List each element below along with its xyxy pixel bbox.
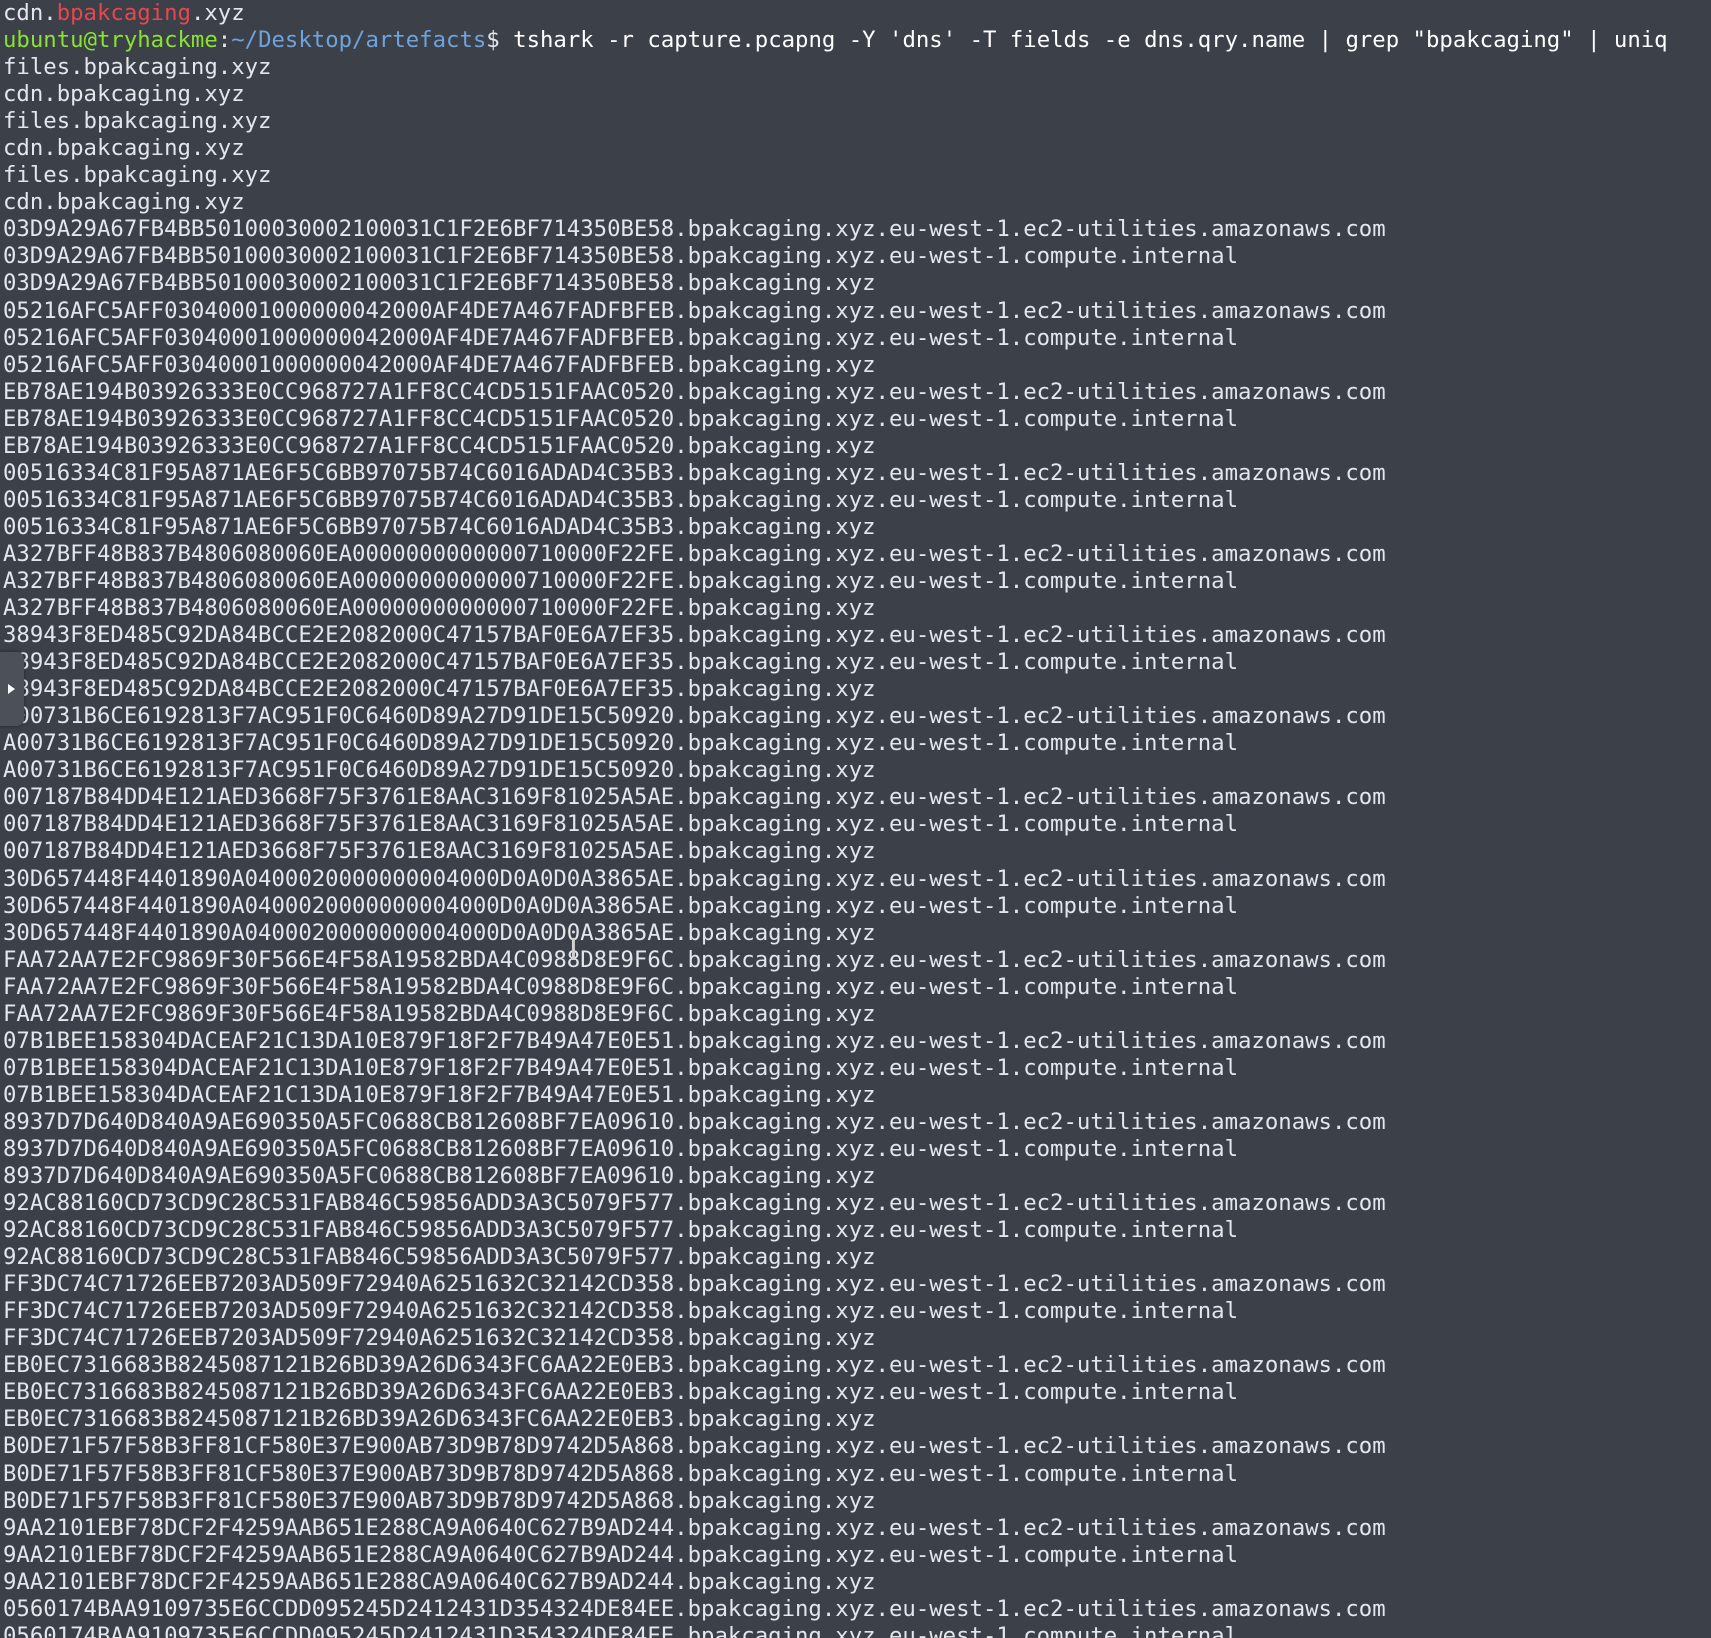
output-line: 0560174BAA9109735E6CCDD095245D2412431D35… bbox=[3, 1595, 1386, 1622]
prompt-line: ubuntu@tryhackme:~/Desktop/artefacts$ ts… bbox=[3, 27, 1711, 54]
first-line-prefix: cdn. bbox=[3, 0, 57, 26]
output-line: 00516334C81F95A871AE6F5C6BB97075B74C6016… bbox=[3, 486, 1238, 513]
terminal-output: files.bpakcaging.xyz cdn.bpakcaging.xyz fi… bbox=[3, 54, 1711, 1638]
output-line: 007187B84DD4E121AED3668F75F3761E8AAC3169… bbox=[3, 838, 876, 865]
output-line: 07B1BEE158304DACEAF21C13DA10E879F18F2F7B… bbox=[3, 1081, 876, 1108]
output-line: 05216AFC5AFF03040001000000042000AF4DE7A4… bbox=[3, 324, 1238, 351]
output-line: 03D9A29A67FB4BB50100030002100031C1F2E6BF… bbox=[3, 216, 1386, 243]
output-line: 00516334C81F95A871AE6F5C6BB97075B74C6016… bbox=[3, 513, 876, 540]
grep-match-highlight: bpakcaging bbox=[56, 0, 191, 26]
output-line: 9AA2101EBF78DCF2F4259AAB651E288CA9A0640C… bbox=[3, 1541, 1238, 1568]
output-line: B0DE71F57F58B3FF81CF580E37E900AB73D9B78D… bbox=[3, 1460, 1238, 1487]
output-line: 8937D7D640D840A9AE690350A5FC0688CB812608… bbox=[3, 1163, 876, 1190]
output-line: 92AC88160CD73CD9C28C531FAB846C59856ADD3A… bbox=[3, 1244, 876, 1271]
output-line: FF3DC74C71726EEB7203AD509F72940A6251632C… bbox=[3, 1325, 876, 1352]
output-line: 30D657448F4401890A0400020000000004000D0A… bbox=[3, 892, 1238, 919]
output-line: 38943F8ED485C92DA84BCCE2E2082000C47157BA… bbox=[3, 622, 1386, 649]
output-line: FAA72AA7E2FC9869F30F566E4F58A19582BDA4C0… bbox=[3, 973, 1238, 1000]
output-line: EB78AE194B03926333E0CC968727A1FF8CC4CD51… bbox=[3, 405, 1238, 432]
output-line: A00731B6CE6192813F7AC951F0C6460D89A27D91… bbox=[3, 757, 876, 784]
output-line: EB0EC7316683B8245087121B26BD39A26D6343FC… bbox=[3, 1379, 1238, 1406]
output-line: B0DE71F57F58B3FF81CF580E37E900AB73D9B78D… bbox=[3, 1433, 1386, 1460]
command-text: tshark -r capture.pcapng -Y 'dns' -T fie… bbox=[499, 27, 1668, 54]
output-line: FF3DC74C71726EEB7203AD509F72940A6251632C… bbox=[3, 1298, 1238, 1325]
output-line: A00731B6CE6192813F7AC951F0C6460D89A27D91… bbox=[3, 703, 1386, 730]
output-line: EB78AE194B03926333E0CC968727A1FF8CC4CD51… bbox=[3, 432, 876, 459]
terminal-first-line: cdn.bpakcaging.xyz bbox=[3, 0, 1711, 27]
output-line: 05216AFC5AFF03040001000000042000AF4DE7A4… bbox=[3, 297, 1386, 324]
output-line: EB78AE194B03926333E0CC968727A1FF8CC4CD51… bbox=[3, 378, 1386, 405]
output-line: 38943F8ED485C92DA84BCCE2E2082000C47157BA… bbox=[3, 649, 1238, 676]
output-line: A00731B6CE6192813F7AC951F0C6460D89A27D91… bbox=[3, 730, 1238, 757]
play-arrow-icon bbox=[8, 684, 15, 694]
output-line: cdn.bpakcaging.xyz bbox=[3, 189, 245, 216]
side-pane-toggle[interactable] bbox=[0, 652, 24, 726]
output-line: 92AC88160CD73CD9C28C531FAB846C59856ADD3A… bbox=[3, 1190, 1386, 1217]
first-line-suffix: .xyz bbox=[190, 0, 245, 26]
text-cursor-icon: I bbox=[569, 933, 578, 968]
output-line: 92AC88160CD73CD9C28C531FAB846C59856ADD3A… bbox=[3, 1217, 1238, 1244]
output-line: EB0EC7316683B8245087121B26BD39A26D6343FC… bbox=[3, 1406, 876, 1433]
terminal-window[interactable]: cdn.bpakcaging.xyz ubuntu@tryhackme:~/De… bbox=[0, 0, 1711, 1638]
output-line: 05216AFC5AFF03040001000000042000AF4DE7A4… bbox=[3, 351, 876, 378]
output-line: 007187B84DD4E121AED3668F75F3761E8AAC3169… bbox=[3, 811, 1238, 838]
output-line: B0DE71F57F58B3FF81CF580E37E900AB73D9B78D… bbox=[3, 1487, 876, 1514]
output-line: files.bpakcaging.xyz bbox=[3, 54, 272, 81]
output-line: A327BFF48B837B4806080060EA00000000000007… bbox=[3, 567, 1238, 594]
output-line: 07B1BEE158304DACEAF21C13DA10E879F18F2F7B… bbox=[3, 1027, 1386, 1054]
prompt-separator: : bbox=[217, 27, 232, 54]
output-line: cdn.bpakcaging.xyz bbox=[3, 135, 245, 162]
output-line: A327BFF48B837B4806080060EA00000000000007… bbox=[3, 595, 876, 622]
output-line: 0560174BAA9109735E6CCDD095245D2412431D35… bbox=[3, 1622, 1238, 1638]
output-line: 8937D7D640D840A9AE690350A5FC0688CB812608… bbox=[3, 1108, 1386, 1135]
output-line: 07B1BEE158304DACEAF21C13DA10E879F18F2F7B… bbox=[3, 1054, 1238, 1081]
output-line: 9AA2101EBF78DCF2F4259AAB651E288CA9A0640C… bbox=[3, 1568, 876, 1595]
output-line: 007187B84DD4E121AED3668F75F3761E8AAC3169… bbox=[3, 784, 1386, 811]
prompt-path: ~/Desktop/artefacts bbox=[231, 27, 487, 54]
output-line: 00516334C81F95A871AE6F5C6BB97075B74C6016… bbox=[3, 459, 1386, 486]
output-line: files.bpakcaging.xyz bbox=[3, 108, 272, 135]
output-line: 8937D7D640D840A9AE690350A5FC0688CB812608… bbox=[3, 1135, 1238, 1162]
output-line: A327BFF48B837B4806080060EA00000000000007… bbox=[3, 540, 1386, 567]
prompt-user-host: ubuntu@tryhackme bbox=[3, 27, 218, 54]
output-line: 03D9A29A67FB4BB50100030002100031C1F2E6BF… bbox=[3, 270, 876, 297]
output-line: EB0EC7316683B8245087121B26BD39A26D6343FC… bbox=[3, 1352, 1386, 1379]
output-line: FAA72AA7E2FC9869F30F566E4F58A19582BDA4C0… bbox=[3, 1000, 876, 1027]
output-line: cdn.bpakcaging.xyz bbox=[3, 81, 245, 108]
output-line: 9AA2101EBF78DCF2F4259AAB651E288CA9A0640C… bbox=[3, 1514, 1386, 1541]
prompt-symbol: $ bbox=[486, 27, 500, 54]
output-line: 30D657448F4401890A0400020000000004000D0A… bbox=[3, 919, 876, 946]
output-line: 30D657448F4401890A0400020000000004000D0A… bbox=[3, 865, 1386, 892]
output-line: FF3DC74C71726EEB7203AD509F72940A6251632C… bbox=[3, 1271, 1386, 1298]
output-line: FAA72AA7E2FC9869F30F566E4F58A19582BDA4C0… bbox=[3, 946, 1386, 973]
output-line: 03D9A29A67FB4BB50100030002100031C1F2E6BF… bbox=[3, 243, 1238, 270]
output-line: 38943F8ED485C92DA84BCCE2E2082000C47157BA… bbox=[3, 676, 876, 703]
output-line: files.bpakcaging.xyz bbox=[3, 162, 272, 189]
